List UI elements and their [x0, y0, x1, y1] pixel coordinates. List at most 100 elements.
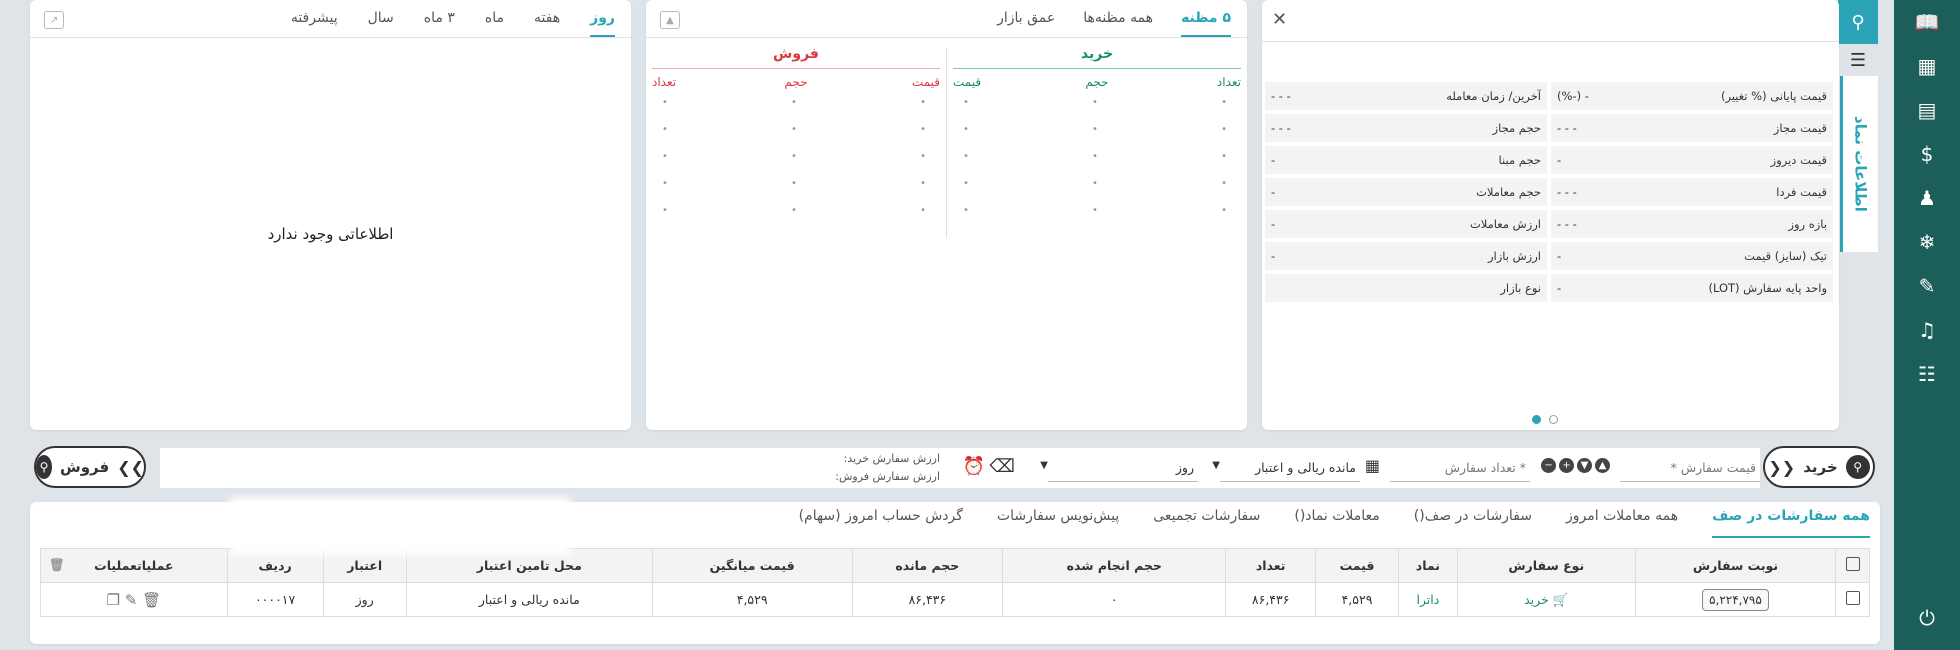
book-row[interactable]: • • •: [652, 197, 940, 224]
filter-sliders-icon[interactable]: ☰: [1838, 48, 1878, 72]
book-cell: •: [791, 178, 797, 189]
arrow-up-icon[interactable]: ▲: [1595, 458, 1610, 473]
column-header[interactable]: نوبت سفارش: [1634, 548, 1837, 583]
price-input[interactable]: قیمت سفارش *: [1620, 456, 1760, 482]
tab-range-week[interactable]: هفته: [534, 10, 560, 37]
column-header[interactable]: نماد: [1398, 548, 1458, 583]
buy-button[interactable]: ⚲ خرید ❮❮: [1763, 446, 1875, 488]
orders-tab[interactable]: سفارشات تجمیعی: [1153, 508, 1260, 538]
orders-tab[interactable]: سفارشات در صف(): [1414, 508, 1532, 538]
book-row[interactable]: • • •: [652, 116, 940, 143]
book-row[interactable]: • • •: [652, 170, 940, 197]
tab-range-year[interactable]: سال: [368, 10, 394, 37]
bell-icon[interactable]: ♫: [1894, 308, 1960, 352]
order-entry-bar: قیمت سفارش * ▲ ▼ + − * تعداد سفارش ▦ مان…: [160, 448, 1760, 488]
buy-title: خرید: [953, 46, 1241, 69]
calculator-icon[interactable]: ▦: [1365, 456, 1380, 475]
chart-toggle-icon[interactable]: ▲: [660, 11, 680, 29]
buy-button-label: خرید: [1803, 458, 1838, 476]
column-header[interactable]: تعداد: [1225, 548, 1316, 583]
line-chart-icon[interactable]: ↗: [44, 11, 64, 29]
info-label: حجم مجاز: [1492, 121, 1541, 135]
chevron-down-icon[interactable]: ▼: [1212, 460, 1220, 471]
book-row[interactable]: • • •: [953, 143, 1241, 170]
info-value: - - -: [1557, 185, 1577, 199]
edit-icon[interactable]: ✎: [125, 591, 138, 609]
pager-dot-active[interactable]: [1532, 415, 1541, 424]
table-icon[interactable]: ☷: [1894, 352, 1960, 396]
trash-icon[interactable]: 🗑: [49, 557, 65, 573]
column-header[interactable]: نوع سفارش: [1456, 548, 1636, 583]
tab-range-advanced[interactable]: پیشرفته: [291, 10, 338, 37]
column-header[interactable]: حجم مانده: [851, 548, 1004, 583]
copy-icon[interactable]: ❐: [107, 591, 120, 609]
arrow-down-icon[interactable]: ▼: [1577, 458, 1592, 473]
book-cell: •: [963, 124, 969, 135]
close-icon[interactable]: ✕: [1272, 9, 1287, 30]
book-row[interactable]: • • •: [652, 143, 940, 170]
minus-icon[interactable]: −: [1541, 458, 1556, 473]
eraser-icon[interactable]: ⌫: [990, 456, 1015, 477]
column-header[interactable]: قیمت: [1314, 548, 1400, 583]
orders-tab[interactable]: همه معاملات امروز: [1566, 508, 1678, 538]
search-icon[interactable]: ⚲: [1838, 0, 1878, 44]
orders-tab[interactable]: همه سفارشات در صف: [1712, 508, 1870, 538]
dollar-icon[interactable]: $: [1894, 132, 1960, 176]
timer-icon[interactable]: ⏰: [963, 456, 985, 477]
tab-all-quotes[interactable]: همه مظنه‌ها: [1083, 10, 1153, 37]
edit-file-icon[interactable]: ✎: [1894, 264, 1960, 308]
book-row[interactable]: • • •: [953, 170, 1241, 197]
book-cell: •: [1221, 124, 1227, 135]
book-cell: •: [1092, 124, 1098, 135]
info-label: نوع بازار: [1500, 281, 1541, 295]
info-cell: حجم مجاز - - -: [1265, 114, 1547, 142]
price-stepper: ▲ ▼ + −: [1541, 458, 1610, 473]
sell-side: فروش قیمت حجم تعداد • • • • • • • • • • • • • • •: [646, 46, 946, 238]
column-header[interactable]: قیمت میانگین: [651, 548, 853, 583]
type-cell: 🛒 خرید: [1456, 582, 1636, 617]
delete-icon[interactable]: 🗑: [142, 591, 161, 609]
column-header[interactable]: حجم انجام شده: [1002, 548, 1227, 583]
info-label: حجم معاملات: [1476, 185, 1541, 199]
info-value: - - -: [1557, 121, 1577, 135]
user-plus-icon[interactable]: ♟: [1894, 176, 1960, 220]
symbol-search-input[interactable]: ✕: [1262, 0, 1839, 42]
row-checkbox[interactable]: [1845, 591, 1860, 605]
tab-range-day[interactable]: روز: [590, 10, 615, 37]
plus-icon[interactable]: +: [1559, 458, 1574, 473]
book-cell: •: [920, 205, 926, 216]
tab-range-3month[interactable]: ۳ ماه: [424, 10, 455, 37]
info-cell: آخرین/ زمان معامله - - -: [1265, 82, 1547, 110]
sell-button[interactable]: ❯❯ فروش ⚲: [34, 446, 146, 488]
book-cell: •: [1221, 178, 1227, 189]
pager-dot[interactable]: [1549, 415, 1558, 424]
table-row[interactable]: ۵,۲۲۴,۷۹۵ 🛒 خرید داترا ۴,۵۲۹ ۸۶,۴۳۶ ۰ ۸۶,۴۳۶ ۴,…: [40, 582, 1870, 617]
id-card-icon[interactable]: ▦: [1894, 44, 1960, 88]
orders-tab[interactable]: گردش حساب امروز (سهام): [799, 508, 963, 538]
info-label: تیک (سایز) قیمت: [1744, 249, 1827, 263]
power-icon[interactable]: ⏻: [1894, 596, 1960, 640]
credit-card-icon[interactable]: ▤: [1894, 88, 1960, 132]
book-row[interactable]: • • •: [953, 116, 1241, 143]
credit-source-select[interactable]: مانده ریالی و اعتبار: [1220, 456, 1360, 482]
tab-range-month[interactable]: ماه: [485, 10, 504, 37]
validity-select[interactable]: روز: [1048, 456, 1198, 482]
row-checkbox-cell: [1835, 582, 1870, 617]
orders-tab[interactable]: معاملات نماد(): [1294, 508, 1379, 538]
symbol-cell[interactable]: داترا: [1398, 582, 1458, 617]
tab-symbol-info[interactable]: اطلاعات نماد: [1840, 76, 1878, 252]
book-open-icon[interactable]: 📖: [1894, 0, 1960, 44]
orders-tab[interactable]: پیش‌نویس سفارشات: [997, 508, 1119, 538]
book-row[interactable]: • • •: [953, 89, 1241, 116]
snowflake-icon[interactable]: ❄: [1894, 220, 1960, 264]
select-all-checkbox[interactable]: [1845, 557, 1860, 571]
book-row[interactable]: • • •: [953, 197, 1241, 224]
book-row[interactable]: • • •: [652, 89, 940, 116]
column-header[interactable]: عملیاتعملیات 🗑: [40, 548, 228, 583]
info-value: - - -: [1271, 89, 1291, 103]
chevron-down-icon[interactable]: ▼: [1040, 460, 1048, 471]
quantity-input[interactable]: * تعداد سفارش: [1390, 456, 1530, 482]
tab-5-quotes[interactable]: ۵ مظنه: [1181, 10, 1231, 37]
tab-market-depth[interactable]: عمق بازار: [997, 10, 1055, 37]
info-label: ارزش بازار: [1487, 249, 1541, 263]
